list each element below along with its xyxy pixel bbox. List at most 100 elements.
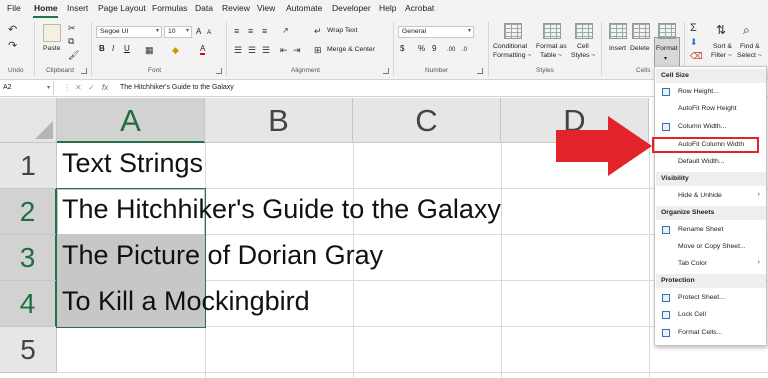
row-header-1[interactable]: 1 [0, 143, 57, 189]
row-header-5[interactable]: 5 [0, 327, 57, 373]
menu-item-autofit-row-height[interactable]: AutoFit Row Height [656, 102, 766, 116]
align-middle-icon[interactable]: ≡ [248, 25, 253, 37]
formula-input[interactable]: The Hitchhiker's Guide to the Galaxy [120, 84, 234, 91]
font-launcher-icon[interactable] [216, 68, 222, 74]
conditional-formatting-icon[interactable] [504, 23, 522, 39]
decrease-font-button[interactable]: A [207, 29, 211, 37]
menu-item-format-cells[interactable]: Format Cells... [656, 326, 766, 340]
cell-a1[interactable]: Text Strings [62, 148, 203, 179]
currency-button[interactable]: $ [400, 45, 404, 53]
sort-filter-button-line2[interactable]: Filter ~ [711, 52, 732, 60]
column-header-c[interactable]: C [353, 98, 501, 143]
tab-automate[interactable]: Automate [286, 3, 322, 13]
format-button[interactable]: Format [656, 45, 678, 53]
tab-help[interactable]: Help [379, 3, 396, 13]
cell-a3[interactable]: The Picture of Dorian Gray [62, 240, 383, 271]
find-select-icon[interactable]: ⌕ [743, 24, 750, 36]
paste-icon[interactable] [43, 24, 61, 42]
column-header-a[interactable]: A [57, 98, 205, 143]
clipboard-launcher-icon[interactable] [81, 68, 87, 74]
fill-icon[interactable]: ⬇ [690, 36, 698, 48]
wrap-text-button[interactable]: Wrap Text [327, 27, 357, 35]
tab-file[interactable]: File [7, 3, 21, 13]
font-name-select[interactable]: Segoe UI ▾ [96, 26, 162, 38]
cell-styles-button[interactable]: Cell [577, 43, 589, 51]
tab-view[interactable]: View [257, 3, 275, 13]
align-right-icon[interactable]: ☰ [262, 44, 270, 56]
tab-home[interactable]: Home [34, 3, 58, 13]
increase-decimal-button[interactable]: .00 [447, 46, 455, 54]
decrease-decimal-button[interactable]: .0 [462, 46, 467, 54]
tab-insert[interactable]: Insert [67, 3, 88, 13]
cancel-icon[interactable]: ✕ [75, 83, 82, 92]
tab-data[interactable]: Data [195, 3, 213, 13]
merge-center-button[interactable]: Merge & Center [327, 46, 375, 54]
format-painter-icon[interactable]: 🖌 [68, 49, 79, 61]
tab-review[interactable]: Review [222, 3, 250, 13]
bold-button[interactable]: B [99, 45, 105, 53]
orientation-icon[interactable]: ↗ [282, 25, 289, 37]
row-header-2[interactable]: 2 [0, 189, 57, 235]
menu-item-column-width[interactable]: Column Width... [656, 120, 766, 134]
menu-item-hide-unhide[interactable]: Hide & Unhide › [656, 189, 766, 203]
format-as-table-button[interactable]: Format as [536, 43, 567, 51]
menu-item-default-width[interactable]: Default Width... [656, 155, 766, 169]
align-left-icon[interactable]: ☰ [234, 44, 242, 56]
increase-font-button[interactable]: A [196, 28, 201, 36]
paste-button[interactable]: Paste [43, 45, 60, 53]
percent-button[interactable]: % [418, 45, 425, 53]
column-header-b[interactable]: B [205, 98, 353, 143]
menu-item-lock-cell[interactable]: Lock Cell [656, 308, 766, 322]
cell-a4[interactable]: To Kill a Mockingbird [62, 286, 310, 317]
font-color-button[interactable]: A [200, 45, 206, 55]
italic-button[interactable]: I [112, 45, 114, 53]
tab-page-layout[interactable]: Page Layout [98, 3, 146, 13]
tab-developer[interactable]: Developer [332, 3, 371, 13]
number-format-select[interactable]: General ▾ [398, 26, 474, 38]
row-header-3[interactable]: 3 [0, 235, 57, 281]
name-box[interactable]: A2 ▾ [0, 82, 54, 95]
align-bottom-icon[interactable]: ≡ [262, 25, 267, 37]
menu-item-tab-color[interactable]: Tab Color › [656, 257, 766, 271]
fill-color-icon[interactable]: ◆ [172, 44, 179, 56]
enter-icon[interactable]: ✓ [88, 83, 95, 92]
underline-button[interactable]: U [124, 45, 130, 53]
increase-indent-icon[interactable]: ⇥ [293, 44, 301, 56]
cell-styles-icon[interactable] [575, 23, 593, 39]
align-top-icon[interactable]: ≡ [234, 25, 239, 37]
delete-cells-icon[interactable] [632, 23, 650, 39]
align-center-icon[interactable]: ☰ [248, 44, 256, 56]
delete-cells-button[interactable]: Delete [630, 45, 650, 53]
alignment-launcher-icon[interactable] [383, 68, 389, 74]
sort-filter-button[interactable]: Sort & [713, 43, 732, 51]
row-header-4[interactable]: 4 [0, 281, 57, 327]
cell-styles-button-line2[interactable]: Styles ~ [571, 52, 595, 60]
cut-icon[interactable]: ✂ [68, 22, 76, 34]
menu-item-protect-sheet[interactable]: Protect Sheet... [656, 291, 766, 305]
conditional-formatting-button-line2[interactable]: Formatting ~ [493, 52, 531, 60]
redo-icon[interactable]: ↷ [8, 40, 17, 52]
menu-item-row-height[interactable]: Row Height... [656, 85, 766, 99]
undo-icon[interactable]: ↶ [8, 24, 17, 36]
tab-formulas[interactable]: Formulas [152, 3, 187, 13]
cell-a2[interactable]: The Hitchhiker's Guide to the Galaxy [62, 194, 501, 225]
menu-item-move-copy-sheet[interactable]: Move or Copy Sheet... [656, 240, 766, 254]
insert-function-icon[interactable]: fx [102, 83, 108, 92]
comma-button[interactable]: 9 [432, 45, 436, 53]
format-as-table-button-line2[interactable]: Table ~ [540, 52, 562, 60]
insert-cells-button[interactable]: Insert [609, 45, 626, 53]
decrease-indent-icon[interactable]: ⇤ [280, 44, 288, 56]
format-cells-icon[interactable] [658, 23, 676, 39]
insert-cells-icon[interactable] [609, 23, 627, 39]
find-select-button-line2[interactable]: Select ~ [737, 52, 762, 60]
font-size-select[interactable]: 10 ▾ [164, 26, 192, 38]
find-select-button[interactable]: Find & [740, 43, 760, 51]
format-as-table-icon[interactable] [543, 23, 561, 39]
tab-acrobat[interactable]: Acrobat [405, 3, 434, 13]
borders-icon[interactable]: ▦ [145, 44, 154, 56]
conditional-formatting-button[interactable]: Conditional [493, 43, 527, 51]
sort-filter-icon[interactable]: ⇅ [716, 24, 726, 36]
number-launcher-icon[interactable] [477, 68, 483, 74]
menu-item-rename-sheet[interactable]: Rename Sheet [656, 223, 766, 237]
autosum-icon[interactable]: Σ [690, 22, 697, 34]
